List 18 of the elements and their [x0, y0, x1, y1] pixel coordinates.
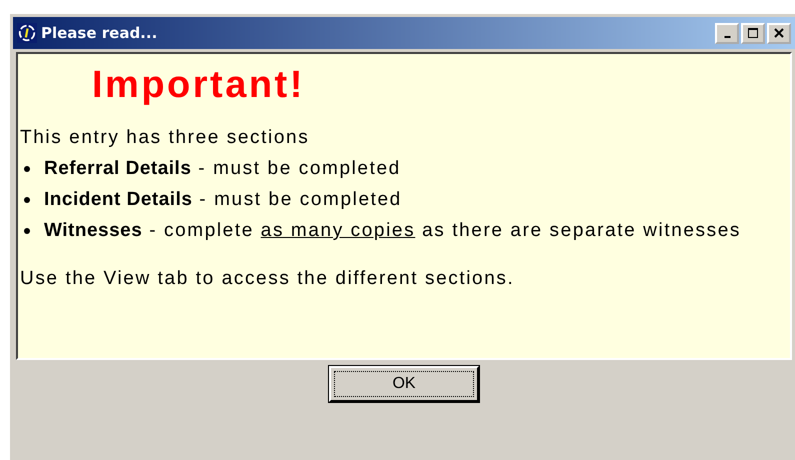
bullet-text: Referral Details - must be completed: [44, 157, 402, 181]
close-button[interactable]: [767, 22, 791, 44]
bullet-icon: [24, 166, 30, 172]
maximize-icon: [748, 28, 758, 38]
intro-text: This entry has three sections: [20, 126, 310, 150]
maximize-button[interactable]: [741, 22, 765, 44]
window-title: Please read...: [41, 24, 158, 42]
footer-text: Use the View tab to access the different sections.: [20, 267, 516, 291]
close-icon: [774, 28, 784, 38]
bullet-icon: [24, 197, 30, 203]
info-icon: [17, 23, 37, 43]
minimize-button[interactable]: [715, 22, 739, 44]
heading: Important!: [92, 63, 306, 108]
bullet-icon: [24, 228, 30, 234]
bullet-text: Witnesses - complete as many copies as there are separate witnesses: [44, 219, 742, 243]
minimize-icon: [724, 36, 730, 38]
ok-button[interactable]: OK: [329, 366, 479, 402]
bullet-text: Incident Details - must be completed: [44, 188, 403, 212]
